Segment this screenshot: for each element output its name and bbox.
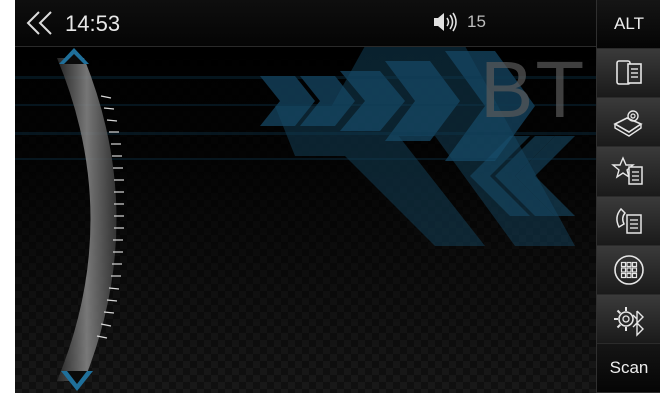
call-log-icon <box>616 207 642 234</box>
speaker-icon <box>434 12 457 32</box>
volume-indicator: 15 <box>433 12 486 32</box>
clock: 14:53 <box>65 11 121 36</box>
call-log-button[interactable] <box>597 196 660 246</box>
phonebook-button[interactable] <box>597 98 660 148</box>
content-area: BT <box>15 45 596 393</box>
back-button[interactable] <box>23 6 57 40</box>
alt-button[interactable]: ALT <box>597 0 660 50</box>
dialpad-button[interactable] <box>597 245 660 295</box>
dialpad-icon <box>614 254 644 285</box>
phonebook-icon <box>613 110 643 138</box>
volume-slider[interactable] <box>29 46 139 393</box>
volume-value: 15 <box>467 12 486 31</box>
status-bar: 14:53 15 <box>15 0 596 47</box>
favorites-icon <box>611 156 643 186</box>
sidebar: ALT Scan <box>596 0 660 393</box>
bluetooth-mode-label: BT <box>480 45 587 134</box>
head-unit-screen: 14:53 15 BT ALT Scan <box>15 0 660 393</box>
phone-list-button[interactable] <box>597 49 660 99</box>
double-chevron-left-icon <box>26 11 52 35</box>
bt-settings-button[interactable] <box>597 294 660 344</box>
favorites-button[interactable] <box>597 147 660 197</box>
bt-settings-icon <box>614 306 644 337</box>
phone-list-icon <box>616 60 642 85</box>
scan-button[interactable]: Scan <box>597 343 660 393</box>
volume-up-icon[interactable] <box>59 48 89 64</box>
